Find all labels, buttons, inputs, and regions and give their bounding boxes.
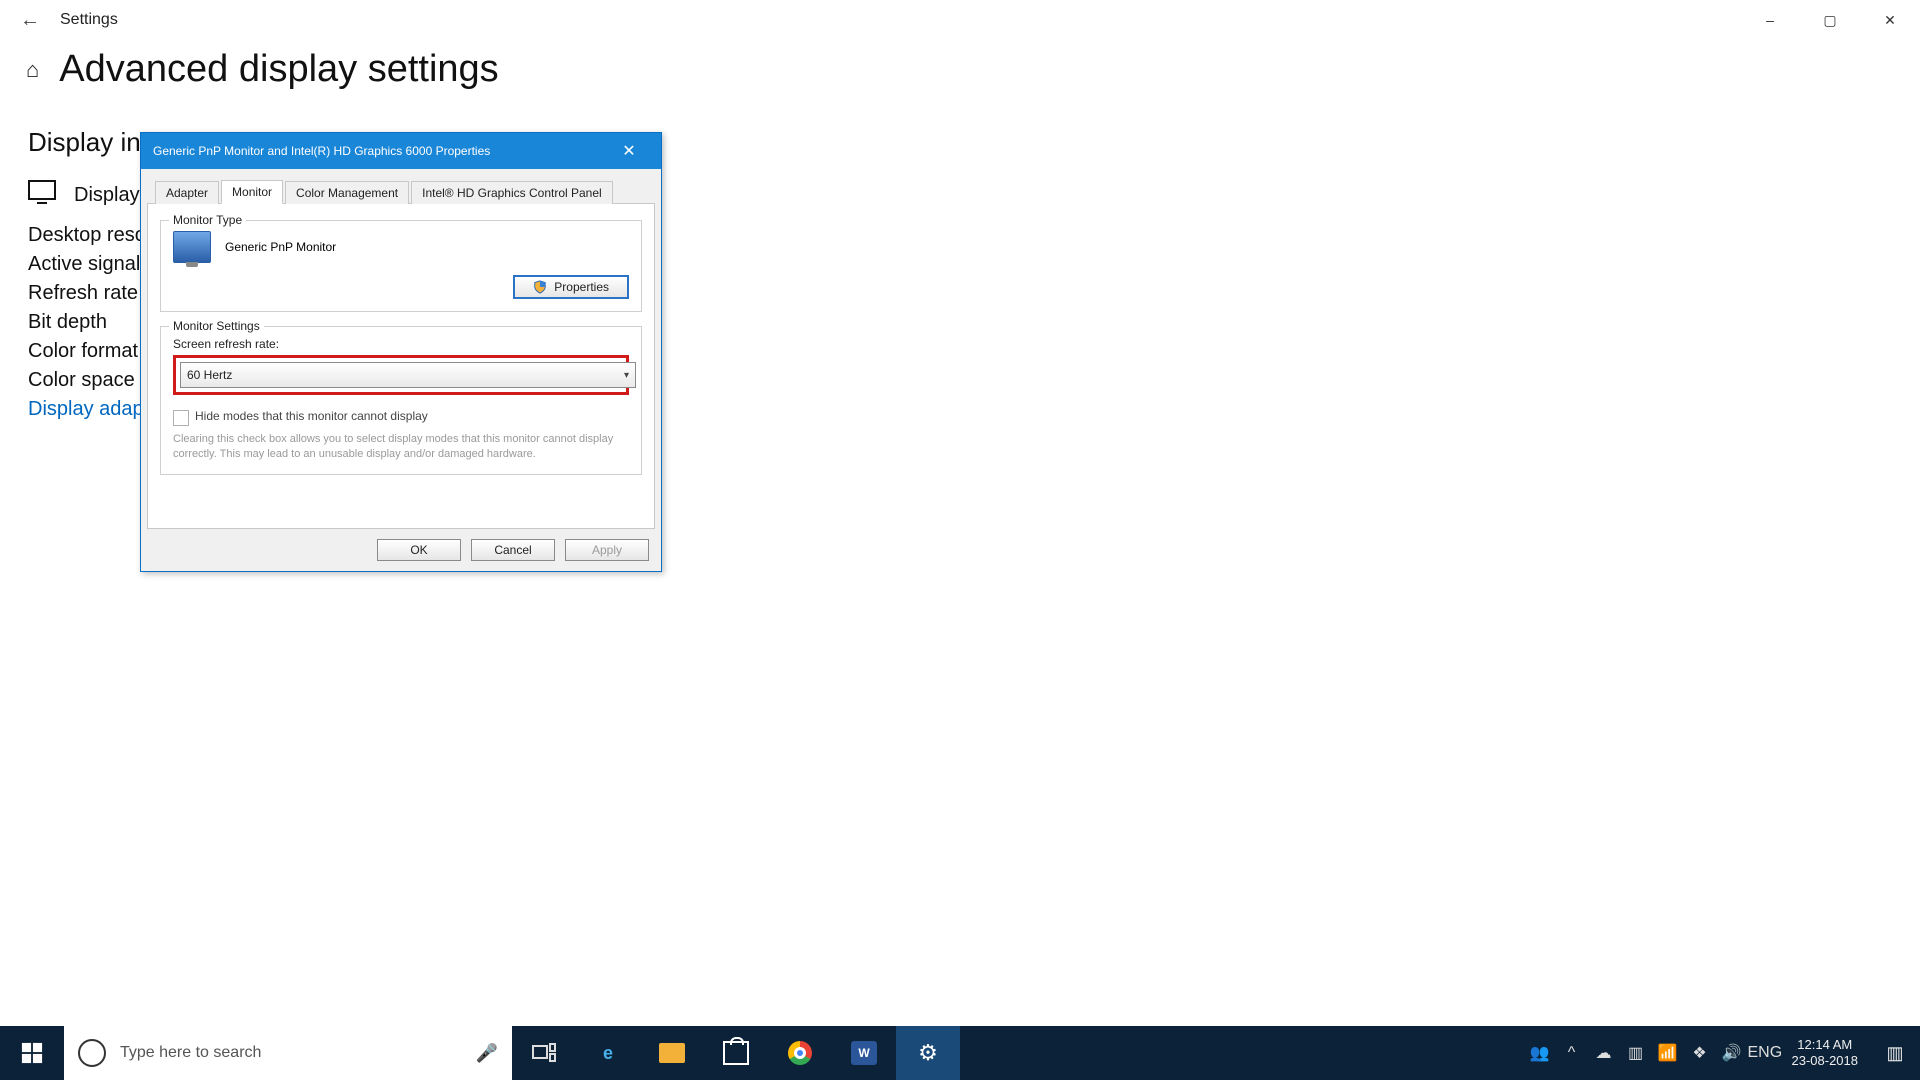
apply-button[interactable]: Apply	[565, 539, 649, 561]
tab-adapter[interactable]: Adapter	[155, 181, 219, 204]
refresh-rate-highlight: 60 Hertz ▾	[173, 355, 629, 395]
tab-intel-panel[interactable]: Intel® HD Graphics Control Panel	[411, 181, 613, 204]
tray-volume-icon[interactable]: 🔊	[1716, 1043, 1748, 1063]
tray-clock[interactable]: 12:14 AM 23-08-2018	[1780, 1037, 1871, 1068]
tray-overflow-icon[interactable]: ^	[1556, 1044, 1588, 1062]
tab-color-management[interactable]: Color Management	[285, 181, 409, 204]
tray-language[interactable]: ENG	[1748, 1044, 1780, 1062]
monitor-icon	[28, 180, 56, 210]
tray-date: 23-08-2018	[1792, 1053, 1859, 1069]
taskbar-app-word[interactable]: W	[832, 1026, 896, 1080]
page-title: Advanced display settings	[59, 48, 498, 91]
refresh-rate-value: 60 Hertz	[187, 368, 232, 382]
search-box[interactable]: Type here to search 🎤	[64, 1026, 512, 1080]
maximize-button[interactable]: ▢	[1800, 0, 1860, 40]
monitor-type-name: Generic PnP Monitor	[225, 240, 336, 254]
back-button[interactable]: ←	[0, 9, 60, 32]
dialog-close-button[interactable]: ✕	[609, 141, 649, 161]
close-button[interactable]: ✕	[1860, 0, 1920, 40]
monitor-type-icon	[173, 231, 211, 263]
legend-monitor-type: Monitor Type	[169, 213, 246, 227]
settings-titlebar: ← Settings – ▢ ✕	[0, 0, 1920, 40]
hide-modes-label: Hide modes that this monitor cannot disp…	[195, 409, 428, 423]
legend-monitor-settings: Monitor Settings	[169, 319, 264, 333]
group-monitor-type: Monitor Type Generic PnP Monitor Propert…	[160, 220, 642, 312]
tray-time: 12:14 AM	[1792, 1037, 1859, 1053]
uac-shield-icon	[533, 280, 547, 294]
dialog-tabs: Adapter Monitor Color Management Intel® …	[147, 175, 655, 204]
page-header: ⌂ Advanced display settings	[0, 40, 1920, 101]
system-tray: 👥 ^ ☁ ▥ 📶 ❖ 🔊 ENG 12:14 AM 23-08-2018 ▥	[1524, 1026, 1920, 1080]
cortana-icon	[78, 1039, 106, 1067]
taskbar-app-edge[interactable]: e	[576, 1026, 640, 1080]
ok-button[interactable]: OK	[377, 539, 461, 561]
taskbar-app-chrome[interactable]	[768, 1026, 832, 1080]
home-icon[interactable]: ⌂	[26, 57, 39, 83]
tray-people-icon[interactable]: 👥	[1524, 1043, 1556, 1063]
monitor-properties-button[interactable]: Properties	[513, 275, 629, 299]
microphone-icon[interactable]: 🎤	[476, 1043, 498, 1064]
taskbar-app-store[interactable]	[704, 1026, 768, 1080]
tabpage-monitor: Monitor Type Generic PnP Monitor Propert…	[147, 204, 655, 529]
tray-onedrive-icon[interactable]: ☁	[1588, 1043, 1620, 1063]
dialog-titlebar[interactable]: Generic PnP Monitor and Intel(R) HD Grap…	[141, 133, 661, 169]
refresh-rate-dropdown[interactable]: 60 Hertz ▾	[180, 362, 636, 388]
start-button[interactable]	[0, 1026, 64, 1080]
taskbar-app-settings[interactable]: ⚙	[896, 1026, 960, 1080]
chevron-down-icon: ▾	[624, 370, 629, 381]
app-name: Settings	[60, 11, 118, 29]
monitor-properties-button-label: Properties	[554, 280, 609, 294]
taskbar-app-explorer[interactable]	[640, 1026, 704, 1080]
taskbar: Type here to search 🎤 e W ⚙ 👥 ^ ☁ ▥ 📶 ❖ …	[0, 1026, 1920, 1080]
monitor-properties-dialog: Generic PnP Monitor and Intel(R) HD Grap…	[140, 132, 662, 572]
cancel-button[interactable]: Cancel	[471, 539, 555, 561]
dialog-button-row: OK Cancel Apply	[141, 529, 661, 571]
task-view-button[interactable]	[512, 1026, 576, 1080]
dialog-title: Generic PnP Monitor and Intel(R) HD Grap…	[153, 144, 490, 158]
tray-battery-icon[interactable]: ▥	[1620, 1043, 1652, 1063]
hide-modes-hint: Clearing this check box allows you to se…	[173, 432, 629, 462]
tray-dropbox-icon[interactable]: ❖	[1684, 1043, 1716, 1063]
search-placeholder: Type here to search	[120, 1044, 261, 1062]
tray-wifi-icon[interactable]: 📶	[1652, 1043, 1684, 1063]
group-monitor-settings: Monitor Settings Screen refresh rate: 60…	[160, 326, 642, 475]
action-center-icon[interactable]: ▥	[1870, 1043, 1920, 1064]
tab-monitor[interactable]: Monitor	[221, 180, 283, 204]
minimize-button[interactable]: –	[1740, 0, 1800, 40]
refresh-rate-label: Screen refresh rate:	[173, 337, 629, 351]
hide-modes-checkbox[interactable]	[173, 410, 189, 426]
